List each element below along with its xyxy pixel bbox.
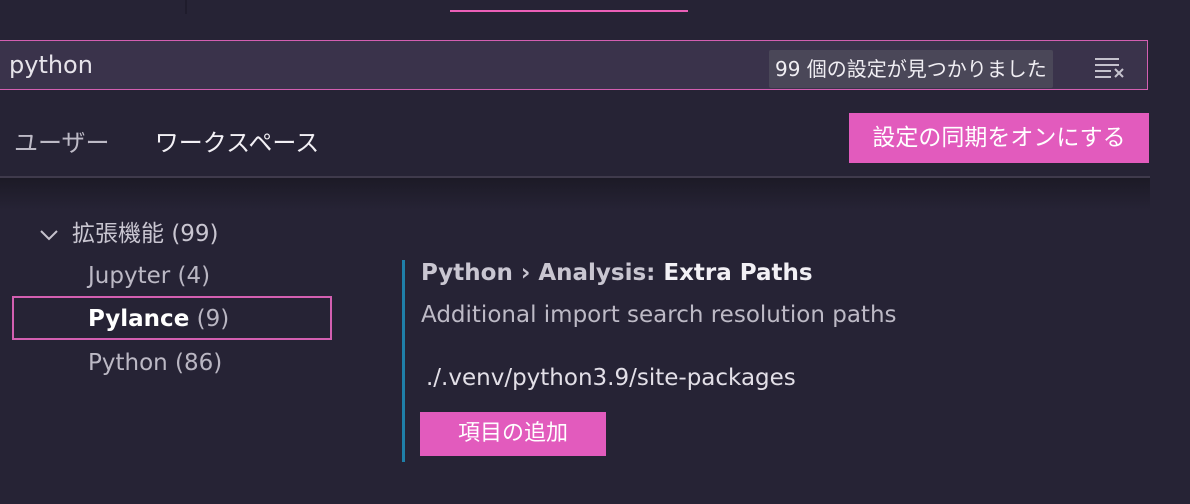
toc-group-extensions[interactable]: 拡張機能 (99): [36, 218, 219, 250]
header-shadow: [0, 178, 1150, 210]
toc-group-count: (99): [171, 221, 219, 247]
toc-item-label: Python: [88, 350, 168, 376]
focused-setting-indicator: [402, 260, 405, 462]
setting-list-item[interactable]: ./.venv/python3.9/site-packages: [426, 362, 796, 394]
toc-item-jupyter[interactable]: Jupyter (4): [88, 256, 210, 296]
toc-item-label: Pylance: [88, 306, 190, 332]
editor-tab-strip: [0, 0, 1190, 40]
toc-item-python[interactable]: Python (86): [88, 343, 222, 383]
setting-category: Python › Analysis:: [421, 260, 664, 286]
toc-item-count: (86): [175, 350, 223, 376]
toc-item-count: (9): [196, 306, 230, 332]
search-result-count: 99 個の設定が見つかりました: [769, 50, 1053, 88]
chevron-down-icon: [36, 222, 62, 248]
setting-name: Extra Paths: [663, 260, 813, 286]
toc-item-pylance[interactable]: Pylance (9): [88, 299, 229, 339]
settings-search-box[interactable]: 99 個の設定が見つかりました: [0, 40, 1148, 90]
tab-user[interactable]: ユーザー: [14, 110, 110, 176]
active-editor-tab-indicator: [450, 10, 688, 12]
tab-divider: [185, 0, 187, 14]
turn-on-settings-sync-button[interactable]: 設定の同期をオンにする: [849, 113, 1149, 163]
add-item-button[interactable]: 項目の追加: [420, 412, 606, 456]
toc-item-label: Jupyter: [88, 263, 171, 289]
setting-description: Additional import search resolution path…: [421, 302, 897, 328]
tab-workspace[interactable]: ワークスペース: [132, 110, 342, 178]
toc-item-count: (4): [177, 263, 211, 289]
clear-filter-icon[interactable]: [1093, 55, 1125, 79]
settings-search-input[interactable]: [9, 49, 749, 81]
toc-group-label: 拡張機能: [72, 221, 164, 247]
setting-title: Python › Analysis: Extra Paths: [421, 257, 813, 289]
